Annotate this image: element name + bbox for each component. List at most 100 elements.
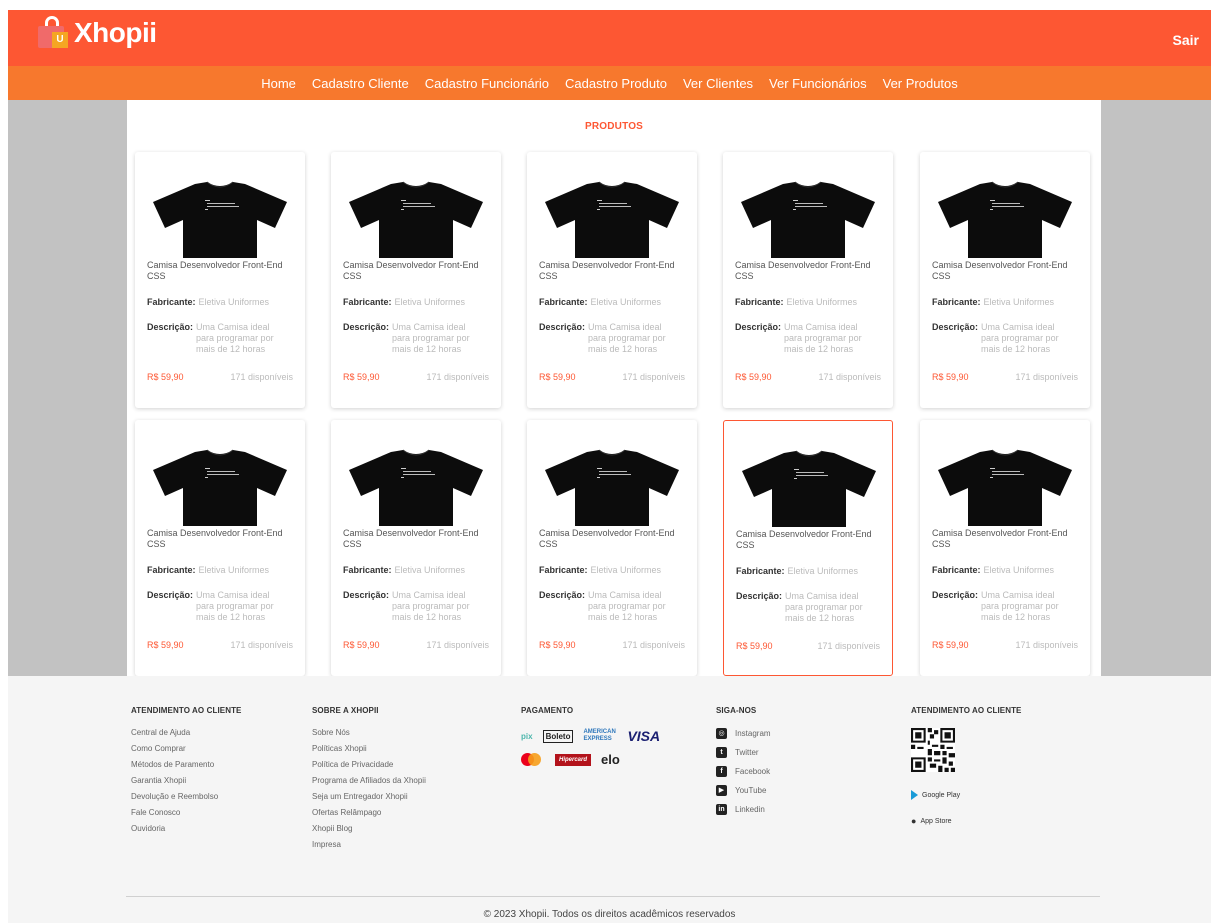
- product-stock: 171 disponíveis: [1015, 640, 1078, 650]
- products-section: PRODUTOS Camisa Desenvolvedor Front-End …: [127, 100, 1101, 676]
- social-youtube[interactable]: ▶ YouTube: [716, 785, 771, 796]
- amex-icon: AMERICAN EXPRESS: [583, 729, 616, 742]
- footer-link[interactable]: Políticas Xhopii: [312, 744, 426, 753]
- product-description: Descrição: Uma Camisa ideal para programa…: [539, 322, 666, 354]
- footer-customer-service: ATENDIMENTO AO CLIENTE Central de Ajuda …: [131, 706, 242, 840]
- footer-link[interactable]: Central de Ajuda: [131, 728, 242, 737]
- product-title: Camisa Desenvolvedor Front-End CSS: [343, 528, 479, 549]
- pix-icon: pix: [521, 731, 533, 741]
- qr-code-icon[interactable]: [911, 728, 955, 772]
- footer-divider: [126, 896, 1100, 897]
- footer: ATENDIMENTO AO CLIENTE Central de Ajuda …: [8, 676, 1211, 923]
- product-price: R$ 59,90: [932, 372, 969, 382]
- product-card[interactable]: Camisa Desenvolvedor Front-End CSS Fabri…: [527, 152, 697, 408]
- nav-cadastro-cliente[interactable]: Cadastro Cliente: [312, 76, 409, 91]
- nav-ver-clientes[interactable]: Ver Clientes: [683, 76, 753, 91]
- footer-link[interactable]: Sobre Nós: [312, 728, 426, 737]
- product-title: Camisa Desenvolvedor Front-End CSS: [735, 260, 871, 281]
- product-price: R$ 59,90: [736, 641, 773, 651]
- product-price: R$ 59,90: [147, 640, 184, 650]
- product-stock: 171 disponíveis: [817, 641, 880, 651]
- facebook-icon: f: [716, 766, 727, 777]
- footer-link[interactable]: Xhopii Blog: [312, 824, 426, 833]
- product-description: Descrição: Uma Camisa ideal para programa…: [343, 322, 470, 354]
- product-manufacturer: Fabricante: Eletiva Uniformes: [539, 565, 662, 575]
- product-manufacturer: Fabricante: Eletiva Uniformes: [147, 565, 270, 575]
- product-manufacturer: Fabricante: Eletiva Uniformes: [343, 565, 466, 575]
- product-card[interactable]: Camisa Desenvolvedor Front-End CSS Fabri…: [723, 420, 893, 676]
- product-card[interactable]: Camisa Desenvolvedor Front-End CSS Fabri…: [135, 420, 305, 676]
- nav-ver-funcionarios[interactable]: Ver Funcionários: [769, 76, 867, 91]
- footer-link[interactable]: Métodos de Paramento: [131, 760, 242, 769]
- footer-follow: SIGA-NOS ◎ Instagram t Twitter f Facebook ▶…: [716, 706, 771, 823]
- footer-link[interactable]: Fale Conosco: [131, 808, 242, 817]
- footer-link[interactable]: Programa de Afiliados da Xhopii: [312, 776, 426, 785]
- product-title: Camisa Desenvolvedor Front-End CSS: [343, 260, 479, 281]
- nav-cadastro-funcionario[interactable]: Cadastro Funcionário: [425, 76, 549, 91]
- product-price: R$ 59,90: [539, 640, 576, 650]
- nav-ver-produtos[interactable]: Ver Produtos: [883, 76, 958, 91]
- app-store-button[interactable]: ● App Store: [911, 816, 1022, 826]
- social-facebook[interactable]: f Facebook: [716, 766, 771, 777]
- product-description: Descrição: Uma Camisa ideal para programa…: [932, 322, 1059, 354]
- product-manufacturer: Fabricante: Eletiva Uniformes: [735, 297, 858, 307]
- tshirt-image: [742, 450, 876, 527]
- main-nav: Home Cadastro Cliente Cadastro Funcionár…: [8, 66, 1211, 100]
- google-play-button[interactable]: Google Play: [911, 790, 1022, 800]
- footer-link[interactable]: Seja um Entregador Xhopii: [312, 792, 426, 801]
- footer-link[interactable]: Garantia Xhopii: [131, 776, 242, 785]
- product-price: R$ 59,90: [735, 372, 772, 382]
- product-stock: 171 disponíveis: [230, 372, 293, 382]
- product-card[interactable]: Camisa Desenvolvedor Front-End CSS Fabri…: [920, 420, 1090, 676]
- product-title: Camisa Desenvolvedor Front-End CSS: [539, 528, 675, 549]
- product-card[interactable]: Camisa Desenvolvedor Front-End CSS Fabri…: [135, 152, 305, 408]
- footer-about: SOBRE A XHOPII Sobre Nós Políticas Xhopi…: [312, 706, 426, 856]
- footer-link[interactable]: Ofertas Relâmpago: [312, 808, 426, 817]
- product-description: Descrição: Uma Camisa ideal para programa…: [932, 590, 1059, 622]
- tshirt-image: [938, 181, 1072, 258]
- logo[interactable]: U Xhopii: [38, 16, 157, 50]
- product-manufacturer: Fabricante: Eletiva Uniformes: [932, 565, 1055, 575]
- footer-heading: ATENDIMENTO AO CLIENTE: [911, 706, 1022, 715]
- product-price: R$ 59,90: [539, 372, 576, 382]
- tshirt-image: [153, 181, 287, 258]
- footer-payment: PAGAMENTO pix Boleto AMERICAN EXPRESS VI…: [521, 706, 670, 775]
- product-description: Descrição: Uma Camisa ideal para programa…: [539, 590, 666, 622]
- product-price: R$ 59,90: [147, 372, 184, 382]
- product-card[interactable]: Camisa Desenvolvedor Front-End CSS Fabri…: [331, 420, 501, 676]
- tshirt-image: [938, 449, 1072, 526]
- product-title: Camisa Desenvolvedor Front-End CSS: [932, 528, 1068, 549]
- footer-link[interactable]: Devolução e Reembolso: [131, 792, 242, 801]
- product-manufacturer: Fabricante: Eletiva Uniformes: [539, 297, 662, 307]
- footer-link[interactable]: Impresa: [312, 840, 426, 849]
- nav-home[interactable]: Home: [261, 76, 296, 91]
- footer-heading: PAGAMENTO: [521, 706, 574, 715]
- elo-icon: elo: [601, 752, 620, 767]
- product-card[interactable]: Camisa Desenvolvedor Front-End CSS Fabri…: [920, 152, 1090, 408]
- tshirt-image: [741, 181, 875, 258]
- product-title: Camisa Desenvolvedor Front-End CSS: [539, 260, 675, 281]
- logout-link[interactable]: Sair: [1173, 32, 1199, 48]
- social-instagram[interactable]: ◎ Instagram: [716, 728, 771, 739]
- footer-link[interactable]: Ouvidoria: [131, 824, 242, 833]
- tshirt-image: [153, 449, 287, 526]
- social-twitter[interactable]: t Twitter: [716, 747, 771, 758]
- product-card[interactable]: Camisa Desenvolvedor Front-End CSS Fabri…: [527, 420, 697, 676]
- google-play-icon: [911, 790, 918, 800]
- product-stock: 171 disponíveis: [622, 640, 685, 650]
- product-card[interactable]: Camisa Desenvolvedor Front-End CSS Fabri…: [331, 152, 501, 408]
- product-stock: 171 disponíveis: [818, 372, 881, 382]
- product-card[interactable]: Camisa Desenvolvedor Front-End CSS Fabri…: [723, 152, 893, 408]
- hipercard-icon: Hipercard: [555, 753, 592, 766]
- product-title: Camisa Desenvolvedor Front-End CSS: [147, 528, 283, 549]
- product-stock: 171 disponíveis: [622, 372, 685, 382]
- tshirt-image: [545, 449, 679, 526]
- footer-link[interactable]: Como Comprar: [131, 744, 242, 753]
- footer-link[interactable]: Política de Privacidade: [312, 760, 426, 769]
- top-header: U Xhopii Sair: [8, 10, 1211, 66]
- social-linkedin[interactable]: in Linkedin: [716, 804, 771, 815]
- product-stock: 171 disponíveis: [426, 640, 489, 650]
- product-manufacturer: Fabricante: Eletiva Uniformes: [932, 297, 1055, 307]
- nav-cadastro-produto[interactable]: Cadastro Produto: [565, 76, 667, 91]
- product-price: R$ 59,90: [932, 640, 969, 650]
